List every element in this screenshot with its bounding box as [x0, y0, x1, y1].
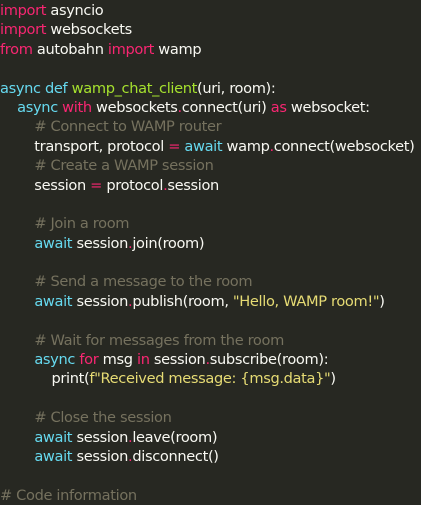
code-token-builtin: await: [34, 292, 73, 310]
code-token-plain: websockets: [91, 98, 178, 116]
code-token-plain: leave(room): [132, 428, 218, 446]
code-token-plain: connect(websocket): [273, 137, 415, 155]
code-token-plain: (uri, room):: [197, 79, 276, 97]
code-line: await session.join(room): [0, 234, 421, 253]
code-line: # Create a WAMP session: [0, 156, 421, 175]
code-token-plain: connect(uri): [181, 98, 271, 116]
code-token-kw: import: [0, 21, 47, 39]
code-token-plain: session: [0, 176, 91, 194]
code-token-builtin: async: [17, 98, 58, 116]
code-line: # Send a message to the room: [0, 272, 421, 291]
code-token-builtin: def: [45, 79, 68, 97]
code-token-plain: session: [72, 292, 129, 310]
code-token-fn: wamp_chat_client: [71, 79, 198, 97]
code-line: print(f"Received message: {msg.data}"): [0, 369, 421, 388]
code-token-str: f"Received message: {msg.data}": [89, 370, 331, 388]
code-token-comment: # Join a room: [34, 215, 130, 233]
code-token-plain: msg: [98, 351, 137, 369]
code-token-plain: ): [379, 292, 385, 310]
code-token-kw: import: [107, 40, 154, 58]
code-line: await session.publish(room, "Hello, WAMP…: [0, 292, 421, 311]
code-token-plain: subscribe(room):: [209, 351, 329, 369]
code-token-plain: asyncio: [46, 2, 104, 19]
code-token-kw: from: [0, 40, 33, 58]
code-line: transport, protocol = await wamp.connect…: [0, 137, 421, 156]
code-token-plain: print(: [0, 370, 90, 388]
code-line: # Connect to WAMP router: [0, 117, 421, 136]
code-token-plain: protocol: [102, 176, 164, 194]
code-token-comment: # Connect to WAMP router: [34, 118, 222, 136]
code-line: await session.leave(room): [0, 428, 421, 447]
code-line: from autobahn import wamp: [0, 40, 421, 59]
code-token-plain: session: [72, 428, 129, 446]
code-line: # Join a room: [0, 214, 421, 233]
code-token-plain: publish(room,: [132, 292, 233, 310]
code-editor[interactable]: import asyncio import websockets from auto…: [0, 0, 421, 504]
code-line: await session.disconnect(): [0, 447, 421, 466]
code-line: async def wamp_chat_client(uri, room):: [0, 79, 421, 98]
code-token-builtin: await: [184, 137, 223, 155]
code-token-plain: websockets: [46, 21, 132, 39]
code-token-kw: for: [79, 351, 99, 369]
code-token-plain: autobahn: [32, 40, 108, 58]
code-token-kw: as: [270, 98, 287, 116]
code-token-str: "Hello, WAMP room!": [232, 292, 380, 310]
code-line: # Wait for messages from the room: [0, 331, 421, 350]
code-token-comment: # Code information: [0, 486, 137, 504]
code-token-builtin: await: [34, 234, 73, 252]
code-token-builtin: await: [34, 428, 73, 446]
code-token-plain: websocket:: [286, 98, 370, 116]
code-token-op: =: [90, 176, 103, 194]
code-token-comment: # Create a WAMP session: [34, 157, 214, 175]
code-token-plain: session: [167, 176, 219, 194]
code-token-kw: import: [0, 2, 47, 19]
code-token-plain: session: [72, 447, 129, 465]
code-token-plain: session: [149, 351, 206, 369]
code-token-kw: in: [136, 351, 150, 369]
code-line: # Close the session: [0, 408, 421, 427]
code-token-comment: # Send a message to the room: [34, 273, 253, 291]
code-token-comment: # Wait for messages from the room: [34, 331, 284, 349]
code-line: async for msg in session.subscribe(room)…: [0, 350, 421, 369]
code-line: import websockets: [0, 20, 421, 39]
code-line: import asyncio: [0, 1, 421, 20]
code-token-plain: wamp: [222, 137, 270, 155]
code-token-plain: join(room): [132, 234, 205, 252]
code-line: session = protocol.session: [0, 176, 421, 195]
code-token-comment: # Close the session: [34, 409, 172, 427]
code-token-plain: transport, protocol: [0, 137, 169, 155]
code-token-builtin: async: [0, 79, 41, 97]
code-token-plain: ): [330, 370, 336, 388]
code-token-kw: with: [62, 98, 92, 116]
code-token-builtin: await: [34, 447, 73, 465]
code-token-plain: disconnect(): [132, 447, 219, 465]
code-line: # Code information: [0, 486, 421, 505]
code-token-op: =: [168, 137, 181, 155]
code-line: async with websockets.connect(uri) as we…: [0, 98, 421, 117]
code-token-plain: session: [72, 234, 129, 252]
code-token-builtin: async: [34, 351, 76, 369]
code-token-plain: wamp: [153, 40, 202, 58]
